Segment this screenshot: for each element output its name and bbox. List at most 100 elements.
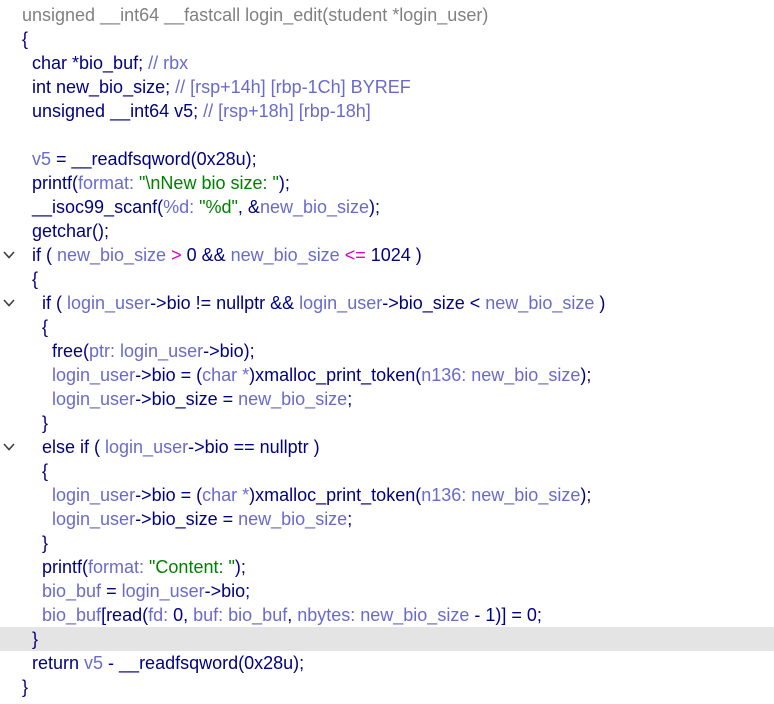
code-token: { [22,317,49,337]
code-token: "Content: " [149,557,235,577]
code-token: } [22,533,49,553]
code-token: n136: new_bio_size [421,485,581,505]
code-line[interactable]: unsigned __int64 v5; // [rsp+18h] [rbp-1… [0,99,774,123]
code-text: { [22,27,28,51]
chevron-down-icon[interactable] [2,243,18,267]
chevron-down-icon[interactable] [2,291,18,315]
code-token: )xmalloc_print_token( [249,365,422,385]
code-token: return [22,653,85,673]
code-token: ->bio_size = [135,389,239,409]
code-text: getchar(); [22,219,109,243]
code-text: unsigned __int64 v5; // [rsp+18h] [rbp-1… [22,99,371,123]
code-token: ->bio); [203,341,255,361]
code-line[interactable]: if ( login_user->bio != nullptr && login… [0,291,774,315]
code-token: ->bio_size = [135,509,239,529]
code-token: login_user [299,293,383,313]
code-text: login_user->bio = (char *)xmalloc_print_… [22,483,591,507]
code-token: new_bio_size [485,293,595,313]
code-line[interactable]: else if ( login_user->bio == nullptr ) [0,435,774,459]
code-line[interactable]: login_user->bio = (char *)xmalloc_print_… [0,483,774,507]
code-line[interactable]: v5 = __readfsqword(0x28u); [0,147,774,171]
code-token: [read( [101,605,149,625]
code-line[interactable]: login_user->bio = (char *)xmalloc_print_… [0,363,774,387]
code-token: if ( [22,293,67,313]
code-token: v5 [22,149,52,169]
code-token: { [22,269,39,289]
code-token: <= [339,245,371,265]
code-line[interactable]: getchar(); [0,219,774,243]
code-line[interactable]: { [0,459,774,483]
code-token: > [166,245,187,265]
code-token: ; [347,509,353,529]
code-token: , & [237,197,260,217]
code-text: login_user->bio_size = new_bio_size; [22,507,352,531]
code-token: ->bio != nullptr && [150,293,300,313]
code-line[interactable]: bio_buf = login_user->bio; [0,579,774,603]
code-line[interactable]: login_user->bio_size = new_bio_size; [0,507,774,531]
code-line[interactable]: { [0,267,774,291]
code-line[interactable]: free(ptr: login_user->bio); [0,339,774,363]
code-text: } [22,411,48,435]
code-text: } [22,531,48,555]
code-token: } [22,629,39,649]
code-line[interactable]: } [0,411,774,435]
code-token: login_user [22,509,136,529]
code-token: 1024 ) [370,245,422,265]
code-line[interactable]: printf(format: "Content: "); [0,555,774,579]
code-token: new_bio_size [259,197,370,217]
code-line[interactable]: char *bio_buf; // rbx [0,51,774,75]
code-token: else if ( [22,437,106,457]
code-token: login_user [121,581,205,601]
code-text: bio_buf = login_user->bio; [22,579,250,603]
code-line[interactable]: } [0,675,774,699]
code-line[interactable]: return v5 - __readfsqword(0x28u); [0,651,774,675]
code-token: ) [594,293,606,313]
code-text: printf(format: "\nNew bio size: "); [22,171,290,195]
code-token: free( [22,341,90,361]
code-text: { [22,459,48,483]
code-token: new_bio_size [230,245,340,265]
code-line[interactable]: unsigned __int64 __fastcall login_edit(s… [0,3,774,27]
code-token: )xmalloc_print_token( [249,485,422,505]
code-token: n136: new_bio_size [421,365,581,385]
code-text: bio_buf[read(fd: 0, buf: bio_buf, nbytes… [22,603,542,627]
code-text: char *bio_buf; // rbx [22,51,188,75]
code-token: login_user [22,365,136,385]
code-line[interactable]: if ( new_bio_size > 0 && new_bio_size <=… [0,243,774,267]
code-text: login_user->bio_size = new_bio_size; [22,387,352,411]
code-line[interactable]: bio_buf[read(fd: 0, buf: bio_buf, nbytes… [0,603,774,627]
code-token: unsigned __int64 v5; [22,101,204,121]
code-token: ); [369,197,381,217]
code-token: ->bio; [204,581,251,601]
code-token: // rbx [148,53,189,73]
code-token: format: [78,173,140,193]
code-line[interactable]: int new_bio_size; // [rsp+14h] [rbp-1Ch]… [0,75,774,99]
code-token: { [22,29,29,49]
code-text: v5 = __readfsqword(0x28u); [22,147,257,171]
code-token: new_bio_size [238,389,348,409]
code-token: } [22,677,29,697]
code-token: bio_buf [22,605,102,625]
code-line[interactable]: { [0,27,774,51]
code-line[interactable]: } [0,531,774,555]
code-line[interactable]: printf(format: "\nNew bio size: "); [0,171,774,195]
code-line[interactable]: { [0,315,774,339]
code-token: { [22,461,49,481]
code-text: } [22,627,38,651]
code-line[interactable]: __isoc99_scanf(%d: "%d", &new_bio_size); [0,195,774,219]
code-line[interactable]: login_user->bio_size = new_bio_size; [0,387,774,411]
code-line[interactable] [0,123,774,147]
code-text: { [22,315,48,339]
code-token: , [287,605,298,625]
code-token: "%d" [199,197,238,217]
code-text: return v5 - __readfsqword(0x28u); [22,651,304,675]
code-token: ; [347,389,353,409]
code-text: } [22,675,28,699]
code-line[interactable]: } [0,627,774,651]
code-token: ); [580,485,592,505]
code-token: nbytes: new_bio_size [297,605,470,625]
pseudocode-editor[interactable]: unsigned __int64 __fastcall login_edit(s… [0,0,774,704]
chevron-down-icon[interactable] [2,435,18,459]
code-token: ->bio == nullptr ) [188,437,320,457]
code-token: "\nNew bio size: " [139,173,279,193]
